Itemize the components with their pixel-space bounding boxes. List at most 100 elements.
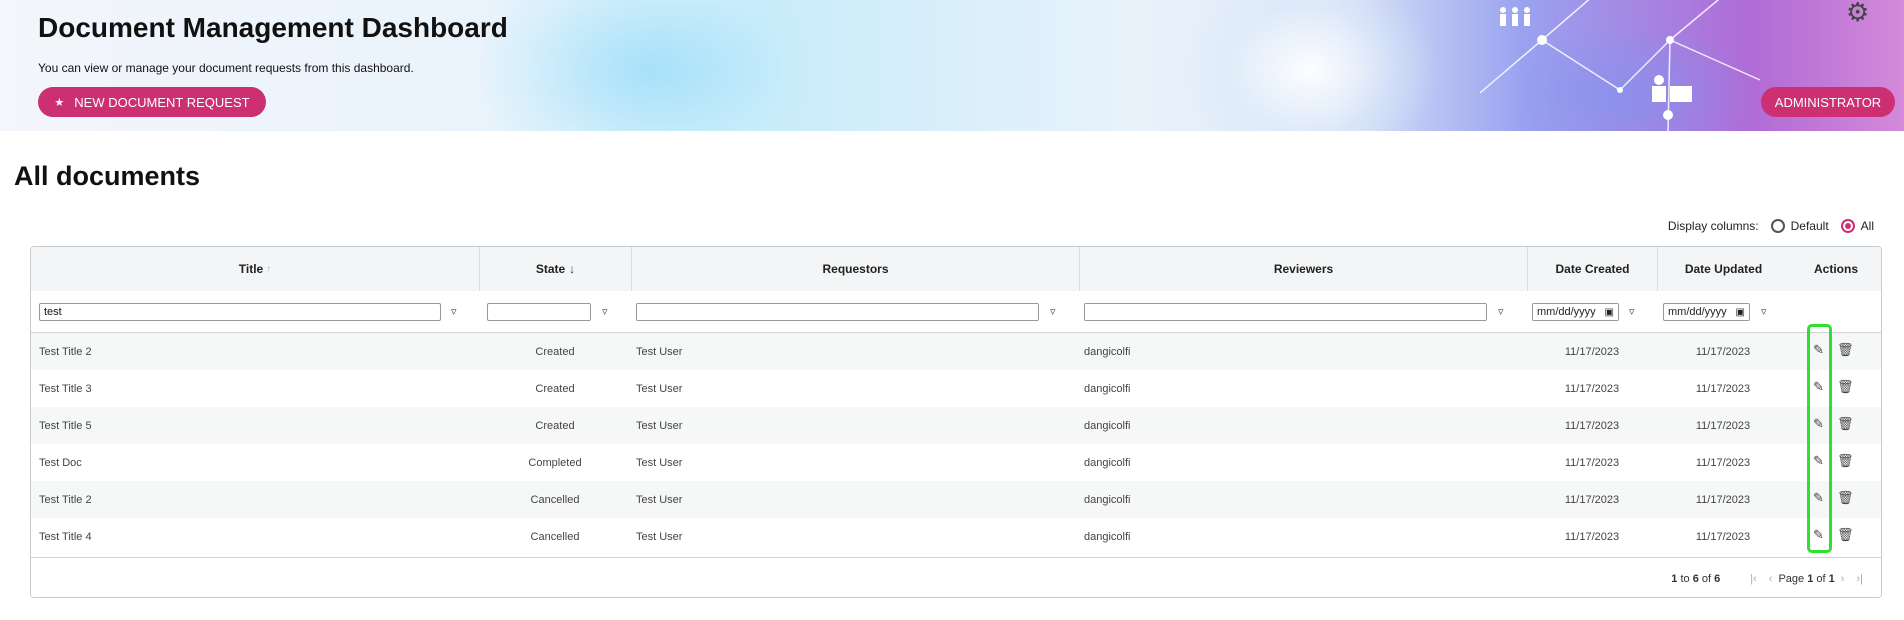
table-row[interactable]: Test Title 4 Cancelled Test User dangico… <box>31 518 1881 555</box>
pencil-icon[interactable]: ✎ <box>1813 379 1824 395</box>
title-filter-input[interactable] <box>39 303 441 321</box>
column-header-reviewers[interactable]: Reviewers <box>1079 247 1527 291</box>
filter-row: ▿ ▿ ▿ ▿ mm/dd/yyyy ▣ ▿ mm/dd/yyyy ▣ ▿ <box>31 291 1881 333</box>
trash-icon[interactable]: 🗑 <box>1837 490 1854 506</box>
cell-state: Created <box>535 382 575 395</box>
dashboard-title: Document Management Dashboard <box>38 12 508 43</box>
cell-date-created: 11/17/2023 <box>1564 419 1620 432</box>
display-columns-label: Display columns: <box>1667 219 1759 233</box>
calendar-icon[interactable]: ▣ <box>1736 307 1745 318</box>
table-row[interactable]: Test Title 3 Created Test User dangicolf… <box>31 370 1881 407</box>
display-columns-toggle: Display columns: Default All <box>1668 219 1874 233</box>
next-page-icon[interactable]: › <box>1841 573 1845 585</box>
pencil-icon[interactable]: ✎ <box>1813 453 1824 469</box>
date-updated-filter-input[interactable]: mm/dd/yyyy ▣ <box>1663 303 1750 321</box>
column-header-date-updated[interactable]: Date Updated <box>1657 247 1789 291</box>
cell-title: Test Title 2 <box>39 493 92 506</box>
dashboard-banner: Document Management Dashboard You can vi… <box>0 0 1904 131</box>
cell-date-updated: 11/17/2023 <box>1695 345 1751 358</box>
cell-date-created: 11/17/2023 <box>1564 345 1620 358</box>
new-document-request-label: NEW DOCUMENT REQUEST <box>74 94 250 110</box>
filter-icon[interactable]: ▿ <box>1498 305 1504 318</box>
arrow-up-icon: ↑ <box>266 263 272 275</box>
radio-all-label[interactable]: All <box>1861 219 1874 233</box>
page-of-word: of <box>1816 573 1826 585</box>
filter-icon[interactable]: ▿ <box>1761 305 1767 318</box>
radio-all[interactable] <box>1840 219 1855 233</box>
first-page-icon[interactable]: |‹ <box>1750 573 1757 585</box>
cell-requestors: Test User <box>636 419 683 432</box>
column-header-date-created-label: Date Created <box>1555 262 1630 276</box>
calendar-icon[interactable]: ▣ <box>1605 307 1614 318</box>
cell-requestors: Test User <box>636 456 683 469</box>
dashboard-subtitle: You can view or manage your document req… <box>38 61 414 75</box>
date-updated-placeholder: mm/dd/yyyy <box>1668 306 1727 318</box>
filter-icon[interactable]: ▿ <box>602 305 608 318</box>
trash-icon[interactable]: 🗑 <box>1837 453 1854 469</box>
banner-glow <box>480 0 820 131</box>
date-created-placeholder: mm/dd/yyyy <box>1537 306 1596 318</box>
trash-icon[interactable]: 🗑 <box>1837 416 1854 432</box>
gear-icon[interactable]: ⚙ <box>1846 0 1869 28</box>
column-header-state-label: State <box>535 262 566 276</box>
page-title: All documents <box>14 161 201 191</box>
cell-reviewers: dangicolfi <box>1084 345 1131 358</box>
last-page-icon[interactable]: ›| <box>1856 573 1863 585</box>
cell-date-updated: 11/17/2023 <box>1695 493 1751 506</box>
column-header-requestors-label: Requestors <box>822 262 889 276</box>
documents-grid: Title ↑ State ↓ Requestors Reviewers Dat… <box>30 246 1882 598</box>
requestors-filter-input[interactable] <box>636 303 1039 321</box>
column-header-title-label: Title <box>238 262 264 276</box>
radio-default-label[interactable]: Default <box>1791 219 1829 233</box>
page-word: Page <box>1778 573 1805 585</box>
cell-reviewers: dangicolfi <box>1084 382 1131 395</box>
cell-reviewers: dangicolfi <box>1084 493 1131 506</box>
column-header-date-created[interactable]: Date Created <box>1527 247 1657 291</box>
table-row[interactable]: Test Doc Completed Test User dangicolfi … <box>31 444 1881 481</box>
cell-state: Cancelled <box>530 530 580 543</box>
pencil-icon[interactable]: ✎ <box>1813 342 1824 358</box>
cell-date-created: 11/17/2023 <box>1564 382 1620 395</box>
page-range-to: 6 <box>1692 573 1699 585</box>
pencil-icon[interactable]: ✎ <box>1813 527 1824 543</box>
table-row[interactable]: Test Title 5 Created Test User dangicolf… <box>31 407 1881 444</box>
page-range-of-word: of <box>1701 573 1712 585</box>
trash-icon[interactable]: 🗑 <box>1837 379 1854 395</box>
table-row[interactable]: Test Title 2 Cancelled Test User dangico… <box>31 481 1881 518</box>
star-icon: ★ <box>54 96 65 109</box>
cell-title: Test Title 4 <box>39 530 92 543</box>
trash-icon[interactable]: 🗑 <box>1837 527 1854 543</box>
pencil-icon[interactable]: ✎ <box>1813 490 1824 506</box>
previous-page-icon[interactable]: ‹ <box>1769 573 1773 585</box>
column-header-reviewers-label: Reviewers <box>1273 262 1334 276</box>
pencil-icon[interactable]: ✎ <box>1813 416 1824 432</box>
column-header-requestors[interactable]: Requestors <box>631 247 1079 291</box>
cell-date-updated: 11/17/2023 <box>1695 382 1751 395</box>
banner-glow <box>1180 0 1440 131</box>
column-header-title[interactable]: Title ↑ <box>31 247 479 291</box>
trash-icon[interactable]: 🗑 <box>1837 342 1854 358</box>
filter-icon[interactable]: ▿ <box>451 305 457 318</box>
filter-icon[interactable]: ▿ <box>1629 305 1635 318</box>
current-page: 1 <box>1807 573 1814 585</box>
date-created-filter-input[interactable]: mm/dd/yyyy ▣ <box>1532 303 1619 321</box>
cell-state: Completed <box>528 456 582 469</box>
cell-date-updated: 11/17/2023 <box>1695 530 1751 543</box>
column-header-state[interactable]: State ↓ <box>479 247 631 291</box>
administrator-button[interactable]: ADMINISTRATOR <box>1761 87 1895 117</box>
new-document-request-button[interactable]: ★ NEW DOCUMENT REQUEST <box>38 87 266 117</box>
column-header-actions: Actions <box>1789 247 1881 291</box>
pagination: 1 to 6 of 6 |‹ ‹ Page 1 of 1 › ›| <box>1671 558 1869 597</box>
filter-icon[interactable]: ▿ <box>1050 305 1056 318</box>
cell-requestors: Test User <box>636 530 683 543</box>
page-range-to-word: to <box>1680 573 1690 585</box>
reviewers-filter-input[interactable] <box>1084 303 1487 321</box>
cell-reviewers: dangicolfi <box>1084 419 1131 432</box>
arrow-down-icon: ↓ <box>569 262 576 276</box>
cell-date-created: 11/17/2023 <box>1564 530 1620 543</box>
cell-state: Cancelled <box>530 493 580 506</box>
state-filter-input[interactable] <box>487 303 591 321</box>
grid-header: Title ↑ State ↓ Requestors Reviewers Dat… <box>31 247 1881 292</box>
radio-default[interactable] <box>1770 219 1785 233</box>
table-row[interactable]: Test Title 2 Created Test User dangicolf… <box>31 333 1881 370</box>
